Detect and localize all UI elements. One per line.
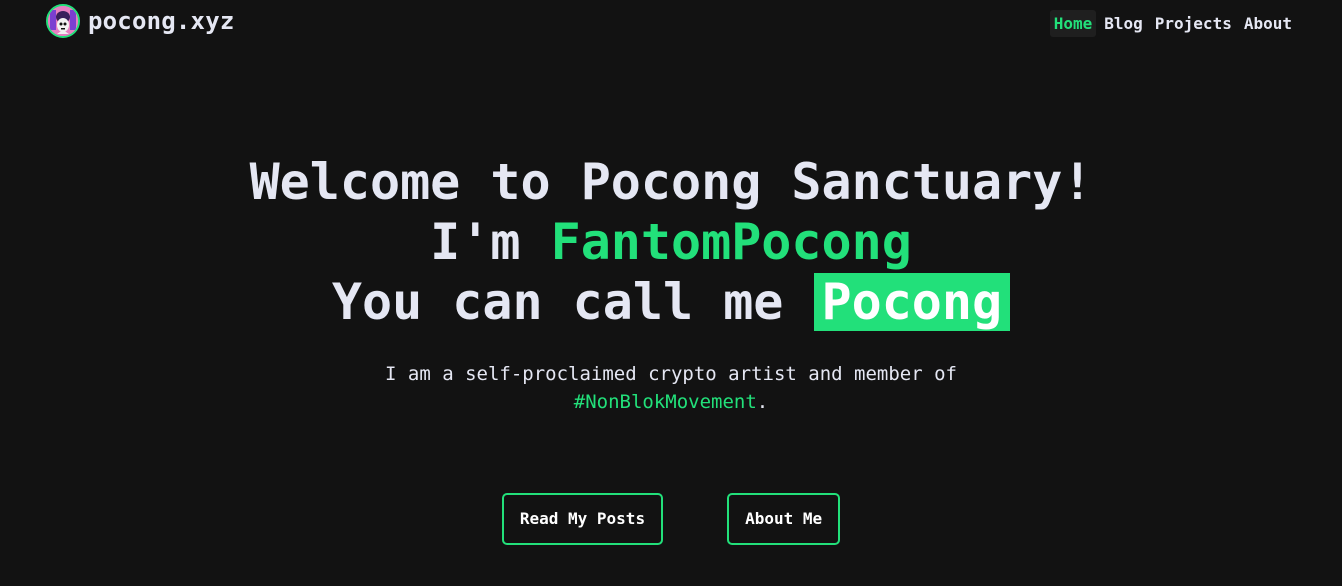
hero-line-welcome: Welcome to Pocong Sanctuary! [249,153,1093,211]
hero-nickname-highlight: Pocong [813,273,1011,331]
about-me-button[interactable]: About Me [727,493,841,545]
site-header: pocong.xyz Home Blog Projects About [0,0,1342,46]
nav-projects[interactable]: Projects [1151,10,1236,37]
page: pocong.xyz Home Blog Projects About Welc… [0,0,1342,586]
nav-home[interactable]: Home [1049,10,1097,37]
nav-blog[interactable]: Blog [1100,10,1147,37]
pocong-avatar-icon [46,4,80,38]
hashtag-nonblokmovement: #NonBlokMovement [573,391,757,413]
brand-link[interactable]: pocong.xyz [46,4,235,38]
hero-heading: Welcome to Pocong Sanctuary! I'm FantomP… [0,152,1342,332]
cta-buttons: Read My Posts About Me [0,493,1342,545]
intro-suffix: . [756,391,769,413]
nav-about[interactable]: About [1240,10,1296,37]
hero-line-name-prefix: I'm [430,213,551,271]
intro-paragraph: I am a self-proclaimed crypto artist and… [371,360,971,416]
hero-section: Welcome to Pocong Sanctuary! I'm FantomP… [0,152,1342,416]
read-posts-button[interactable]: Read My Posts [501,493,664,545]
main-nav: Home Blog Projects About [1049,10,1296,37]
site-title: pocong.xyz [88,7,235,35]
hero-name: FantomPocong [550,213,912,271]
hero-line-call-prefix: You can call me [331,273,814,331]
intro-text: I am a self-proclaimed crypto artist and… [385,363,957,385]
